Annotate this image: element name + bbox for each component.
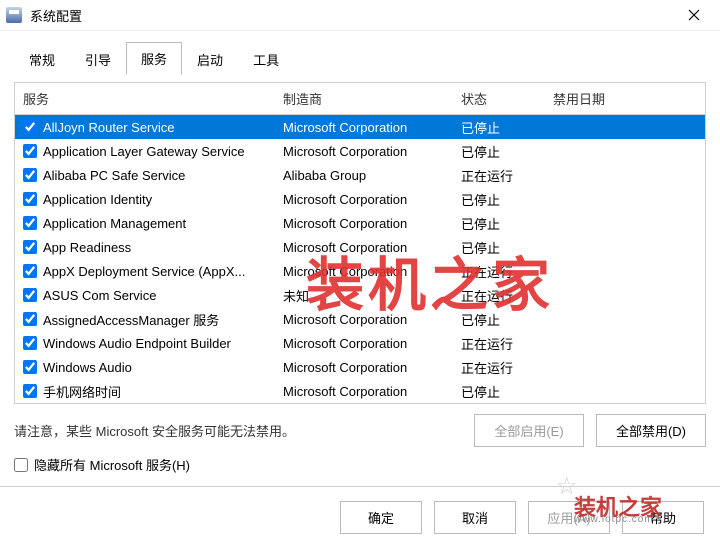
cell-maker: Microsoft Corporation [283,216,461,231]
tab-label: 启动 [197,53,223,68]
help-button[interactable]: 帮助 [622,501,704,534]
cell-maker: Microsoft Corporation [283,384,461,399]
table-row[interactable]: Application IdentityMicrosoft Corporatio… [15,187,705,211]
cell-status: 正在运行 [461,286,553,305]
dialog-footer: 确定 取消 应用(A) 帮助 [0,486,720,550]
row-checkbox[interactable] [23,264,37,278]
table-row[interactable]: ASUS Com Service未知正在运行 [15,283,705,307]
header-maker[interactable]: 制造商 [283,89,461,108]
row-checkbox[interactable] [23,168,37,182]
note-text: 请注意，某些 Microsoft 安全服务可能无法禁用。 [14,421,462,440]
tab-label: 常规 [29,53,55,68]
row-checkbox[interactable] [23,240,37,254]
enable-all-button[interactable]: 全部启用(E) [474,414,584,447]
cell-maker: Alibaba Group [283,168,461,183]
cell-service: Application Identity [43,192,283,207]
cell-maker: Microsoft Corporation [283,360,461,375]
table-row[interactable]: AllJoyn Router ServiceMicrosoft Corporat… [15,115,705,139]
tabbar: 常规 引导 服务 启动 工具 [0,31,720,74]
cell-status: 已停止 [461,310,553,329]
tab-content: 服务 制造商 状态 禁用日期 AllJoyn Router ServiceMic… [14,82,706,474]
note-area: 请注意，某些 Microsoft 安全服务可能无法禁用。 全部启用(E) 全部禁… [14,404,706,453]
services-list[interactable]: AllJoyn Router ServiceMicrosoft Corporat… [14,114,706,404]
apply-button[interactable]: 应用(A) [528,501,610,534]
row-checkbox[interactable] [23,120,37,134]
cell-maker: Microsoft Corporation [283,312,461,327]
cell-maker: Microsoft Corporation [283,336,461,351]
tab-startup[interactable]: 启动 [182,43,238,75]
disable-all-button[interactable]: 全部禁用(D) [596,414,706,447]
table-row[interactable]: AppX Deployment Service (AppX...Microsof… [15,259,705,283]
cell-status: 已停止 [461,190,553,209]
table-row[interactable]: Alibaba PC Safe ServiceAlibaba Group正在运行 [15,163,705,187]
cell-status: 已停止 [461,142,553,161]
cell-service: 手机网络时间 [43,382,283,401]
row-checkbox[interactable] [23,336,37,350]
cell-service: AllJoyn Router Service [43,120,283,135]
tab-tools[interactable]: 工具 [238,43,294,75]
hide-ms-checkbox[interactable] [14,458,28,472]
hide-ms-label[interactable]: 隐藏所有 Microsoft 服务(H) [34,455,190,474]
hide-ms-row: 隐藏所有 Microsoft 服务(H) [14,453,706,474]
header-service[interactable]: 服务 [23,89,283,108]
titlebar: 系统配置 [0,0,720,31]
cell-service: Windows Audio [43,360,283,375]
row-checkbox[interactable] [23,216,37,230]
tab-label: 服务 [141,52,167,67]
cell-maker: Microsoft Corporation [283,144,461,159]
table-row[interactable]: Windows Audio Endpoint BuilderMicrosoft … [15,331,705,355]
cell-status: 正在运行 [461,166,553,185]
list-header: 服务 制造商 状态 禁用日期 [14,82,706,114]
row-checkbox[interactable] [23,144,37,158]
header-status[interactable]: 状态 [461,89,553,108]
cell-status: 已停止 [461,118,553,137]
cell-maker: Microsoft Corporation [283,240,461,255]
table-row[interactable]: Windows AudioMicrosoft Corporation正在运行 [15,355,705,379]
cell-service: Windows Audio Endpoint Builder [43,336,283,351]
cell-status: 已停止 [461,382,553,401]
cell-maker: Microsoft Corporation [283,120,461,135]
cell-status: 正在运行 [461,334,553,353]
row-checkbox[interactable] [23,312,37,326]
cell-service: Application Layer Gateway Service [43,144,283,159]
cell-service: AppX Deployment Service (AppX... [43,264,283,279]
cell-status: 正在运行 [461,262,553,281]
header-date[interactable]: 禁用日期 [553,89,697,108]
app-icon [6,7,22,23]
row-checkbox[interactable] [23,192,37,206]
close-button[interactable] [674,0,714,30]
tab-general[interactable]: 常规 [14,43,70,75]
cell-maker: Microsoft Corporation [283,264,461,279]
cell-maker: 未知 [283,286,461,305]
close-icon [688,9,700,21]
table-row[interactable]: 手机网络时间Microsoft Corporation已停止 [15,379,705,403]
table-row[interactable]: Application ManagementMicrosoft Corporat… [15,211,705,235]
cell-service: AssignedAccessManager 服务 [43,310,283,329]
row-checkbox[interactable] [23,384,37,398]
table-row[interactable]: App ReadinessMicrosoft Corporation已停止 [15,235,705,259]
cell-service: App Readiness [43,240,283,255]
ok-button[interactable]: 确定 [340,501,422,534]
tab-services[interactable]: 服务 [126,42,182,75]
cell-service: ASUS Com Service [43,288,283,303]
row-checkbox[interactable] [23,288,37,302]
row-checkbox[interactable] [23,360,37,374]
cell-service: Alibaba PC Safe Service [43,168,283,183]
table-row[interactable]: Application Layer Gateway ServiceMicroso… [15,139,705,163]
cell-service: Application Management [43,216,283,231]
tab-label: 工具 [253,53,279,68]
window-title: 系统配置 [30,6,674,25]
cell-maker: Microsoft Corporation [283,192,461,207]
tab-boot[interactable]: 引导 [70,43,126,75]
cell-status: 正在运行 [461,358,553,377]
tab-label: 引导 [85,53,111,68]
cell-status: 已停止 [461,214,553,233]
table-row[interactable]: AssignedAccessManager 服务Microsoft Corpor… [15,307,705,331]
cell-status: 已停止 [461,238,553,257]
cancel-button[interactable]: 取消 [434,501,516,534]
